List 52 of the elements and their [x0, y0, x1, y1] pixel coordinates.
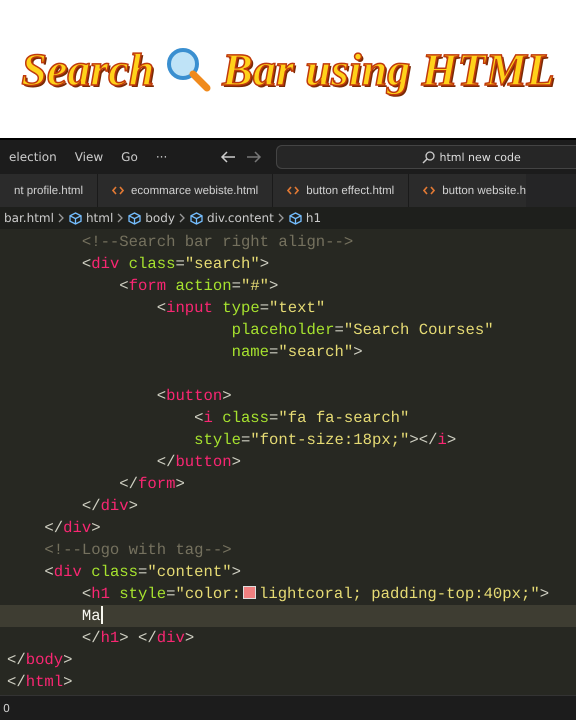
code-line: </div> — [43, 518, 101, 539]
code-line: placeholder="Search Courses" — [230, 320, 494, 341]
code-line: <button> — [156, 386, 232, 407]
breadcrumb-item[interactable]: body — [128, 211, 175, 225]
code-line: </div> — [80, 496, 138, 517]
chevron-icon — [278, 213, 285, 223]
status-text: 0 — [3, 702, 10, 714]
code-line: </button> — [156, 452, 241, 473]
cube-icon — [288, 212, 302, 224]
breadcrumb-item[interactable]: bar.html — [4, 211, 54, 225]
code-line: <input type="text" — [156, 298, 326, 319]
code-line: </h1> </div> — [80, 628, 194, 649]
code-line: style="font-size:18px;"></i> — [193, 430, 456, 451]
editor-tab[interactable]: button website.h — [409, 174, 526, 207]
editor-tab[interactable]: ecommarce webiste.html — [98, 174, 274, 207]
menu-item[interactable]: ··· — [146, 150, 176, 164]
chevron-icon — [58, 213, 65, 223]
code-line: </form> — [118, 474, 185, 495]
code-icon — [423, 186, 436, 195]
code-line: name="search"> — [230, 342, 363, 363]
magnifier-icon — [164, 45, 212, 93]
code-icon — [112, 186, 124, 195]
code-line: <h1 style="color: lightcoral; padding-top:40px;"> — [80, 584, 550, 605]
code-line: <div class="search"> — [80, 254, 270, 275]
chevron-icon — [117, 213, 124, 223]
code-icon — [287, 186, 300, 195]
menu-item[interactable]: election — [0, 150, 66, 164]
code-line: <div class="content"> — [43, 562, 241, 583]
chevron-icon — [178, 213, 186, 223]
video-title: Bar using HTML — [222, 42, 555, 96]
breadcrumb-item[interactable]: div.content — [190, 211, 274, 225]
forward-arrow-icon[interactable] — [246, 151, 262, 163]
video-title: Search — [21, 42, 154, 96]
cube-icon — [128, 212, 142, 224]
breadcrumb-item[interactable]: html — [68, 211, 114, 225]
code-line: <form action="#"> — [118, 276, 278, 297]
code-line: <i class="fa fa-search" — [193, 408, 410, 429]
code-line: <!--Logo with tag--> — [43, 540, 232, 561]
editor-tab[interactable]: nt profile.html — [0, 174, 98, 207]
color-swatch[interactable] — [242, 586, 256, 599]
command-center-search[interactable]: html new code — [276, 145, 576, 169]
code-line: </html> — [6, 672, 73, 693]
cube-icon — [190, 212, 203, 224]
back-arrow-icon[interactable] — [220, 151, 236, 163]
search-icon — [422, 150, 436, 164]
editor-tab[interactable]: button effect.html — [273, 174, 410, 207]
cube-icon — [68, 212, 82, 224]
breadcrumb-item[interactable]: h1 — [288, 211, 322, 225]
code-line: </body> — [6, 650, 73, 671]
menu-item[interactable]: Go — [112, 150, 147, 164]
menu-item[interactable]: View — [66, 150, 112, 164]
code-line: <!--Search bar right align--> — [80, 232, 354, 253]
